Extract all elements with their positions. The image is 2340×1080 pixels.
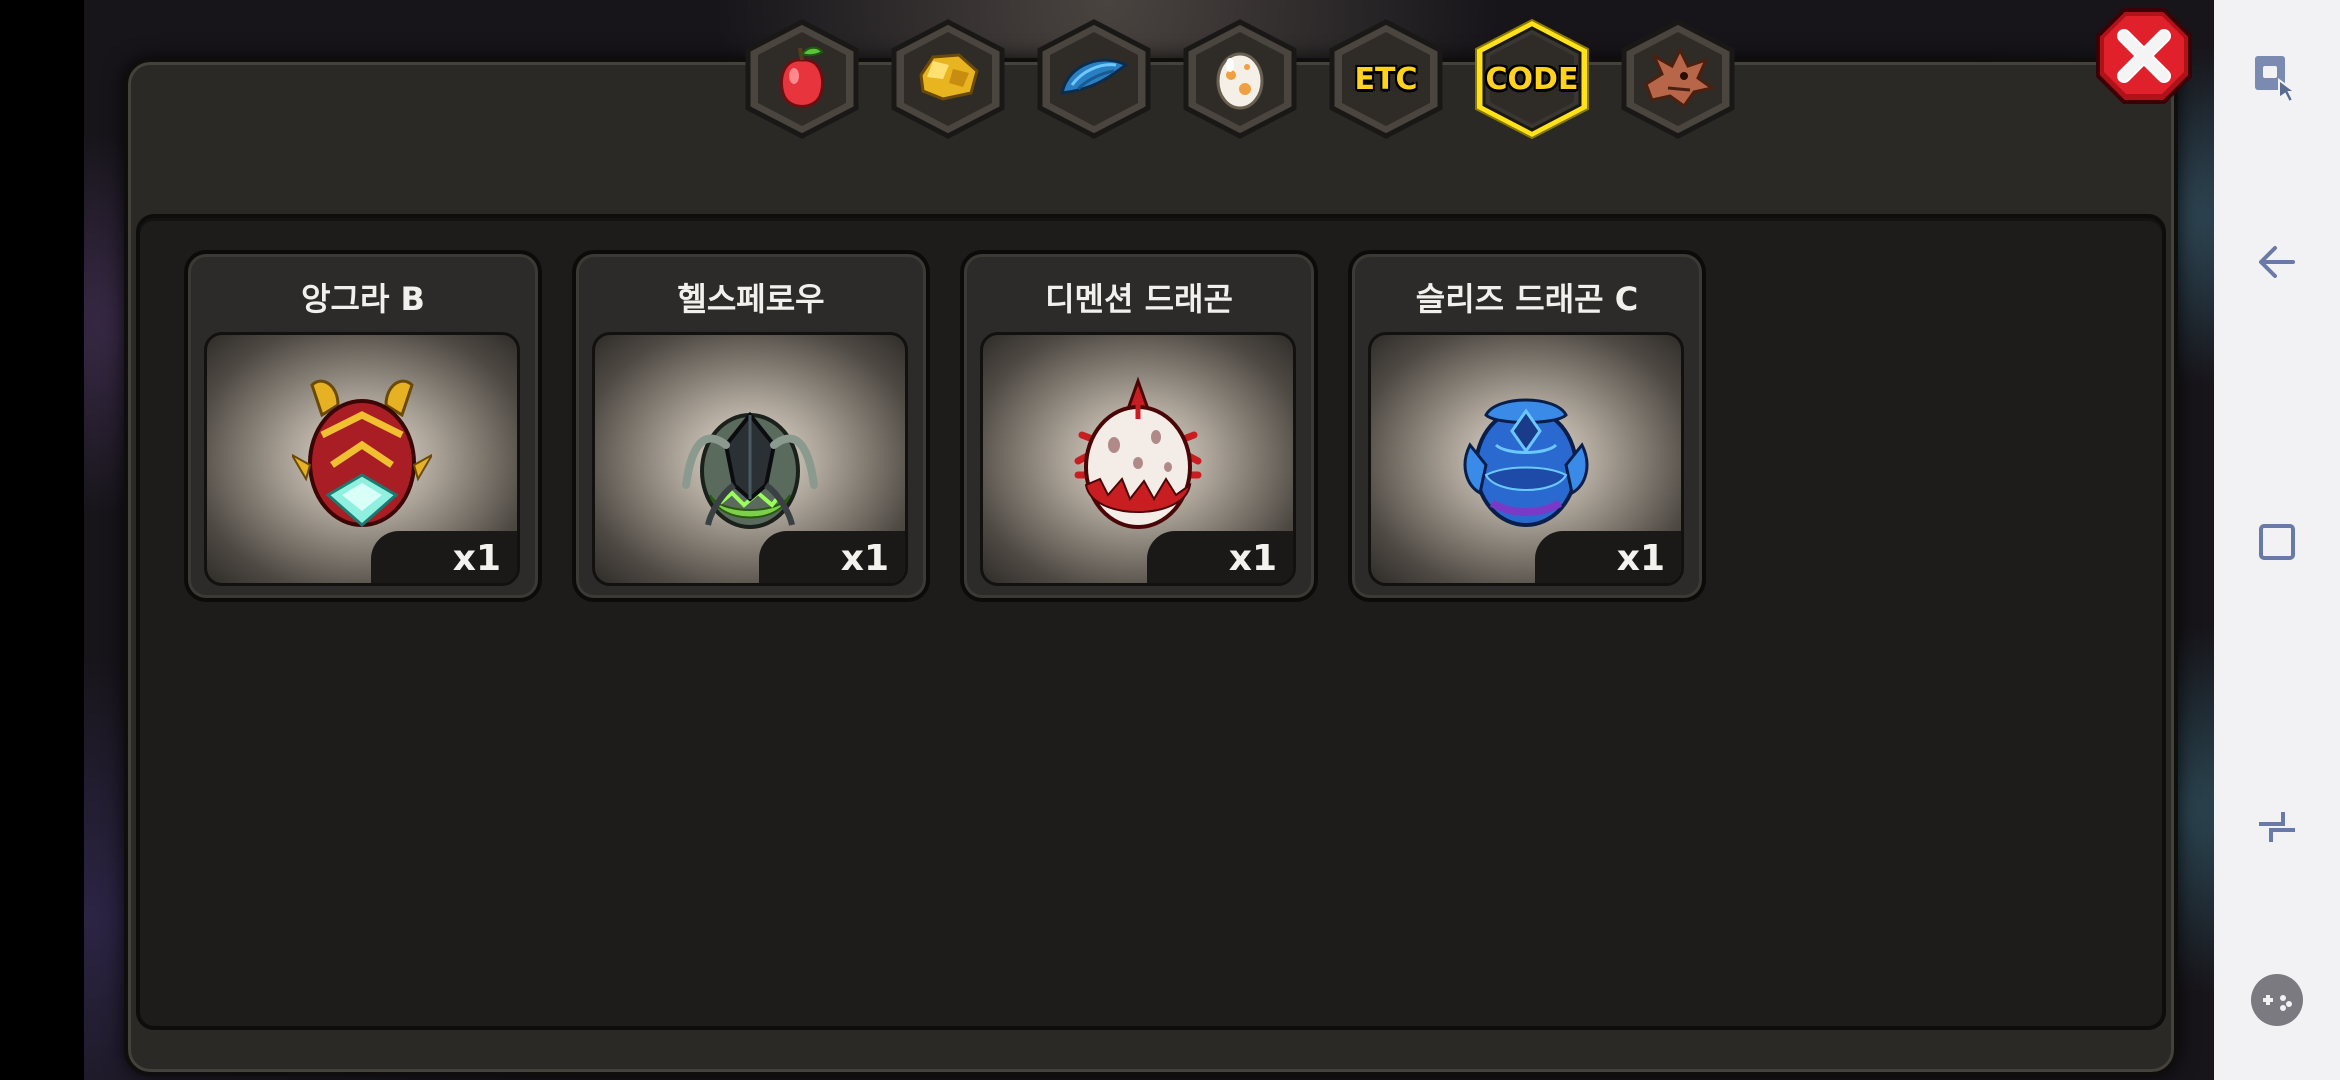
item-name: 디멘션 드래곤 [1045,280,1233,318]
fruit-icon [770,42,834,116]
gold-ore-icon [913,49,983,109]
tab-fruit[interactable] [740,18,864,140]
screen-lock-button[interactable] [2247,48,2307,108]
egg-icon [1213,43,1267,115]
item-quantity: x1 [759,531,905,583]
system-nav-bar [2214,0,2340,1080]
tab-etc[interactable]: ETC [1324,18,1448,140]
item-name: 앙그라 B [301,280,425,318]
tab-code-label: CODE [1485,61,1579,97]
item-image-frame: x1 [204,332,520,586]
item-card[interactable]: 앙그라 B x1 [184,250,542,602]
item-image-frame: x1 [1368,332,1684,586]
item-name: 헬스페로우 [677,280,825,318]
screen-lock-icon [2255,56,2298,104]
item-card[interactable]: 디멘션 드래곤 x1 [960,250,1318,602]
tab-gold[interactable] [886,18,1010,140]
tab-code[interactable]: CODE [1470,18,1594,140]
dragon-scale-icon [1058,49,1130,109]
close-button[interactable] [2094,6,2194,106]
tab-scale[interactable] [1032,18,1156,140]
hellsparrow-egg-icon [682,411,818,529]
rotate-button[interactable] [2247,796,2307,856]
letterbox-left [0,0,84,1080]
gamepad-button[interactable] [2247,970,2307,1030]
tab-egg[interactable] [1178,18,1302,140]
back-button[interactable] [2247,232,2307,292]
tab-dragon[interactable] [1616,18,1740,140]
item-quantity: x1 [1147,531,1293,583]
close-icon [2096,8,2192,104]
recent-apps-icon [2259,524,2295,560]
item-quantity: x1 [371,531,517,583]
recent-apps-button[interactable] [2247,512,2307,572]
item-card[interactable]: 헬스페로우 x1 [572,250,930,602]
dimension-dragon-egg-icon [1074,376,1202,529]
item-image-frame: x1 [980,332,1296,586]
back-arrow-icon [2259,246,2295,278]
rotate-icon [2259,812,2295,842]
dragon-head-icon [1640,44,1716,114]
item-card[interactable]: 슬리즈 드래곤 C x1 [1348,250,1706,602]
gamepad-icon [2251,974,2303,1026]
angra-egg-icon [292,379,432,528]
item-quantity: x1 [1535,531,1681,583]
sleaze-dragon-egg-icon [1463,398,1589,527]
tab-etc-label: ETC [1354,61,1418,97]
item-name: 슬리즈 드래곤 C [1415,280,1639,318]
item-image-frame: x1 [592,332,908,586]
